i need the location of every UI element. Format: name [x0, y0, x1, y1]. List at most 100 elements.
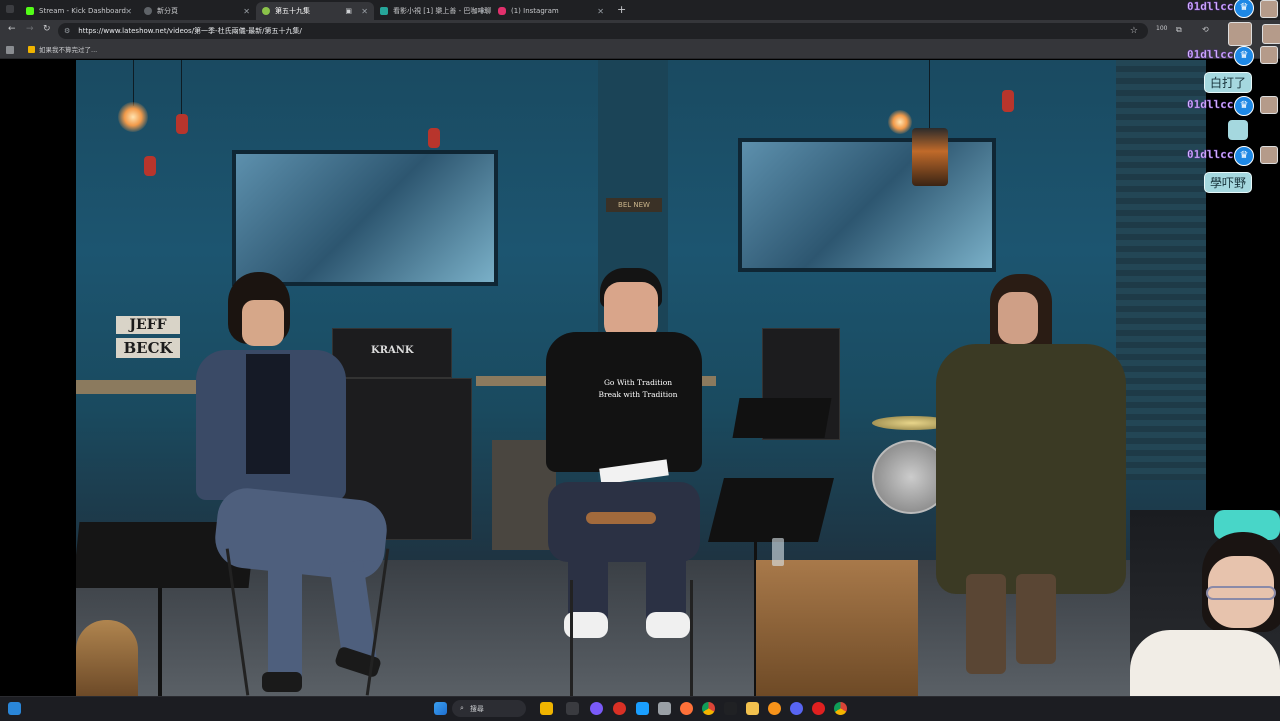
tab-kick-dashboard[interactable]: Stream - Kick Dashboard ✕ [20, 2, 138, 20]
band-painting-right [738, 138, 996, 272]
url-text: https://www.lateshow.net/videos/第一季-杜氏兩儀… [78, 27, 302, 35]
crown-badge-icon: ♛ [1234, 96, 1254, 116]
apps-grid-icon[interactable] [6, 46, 14, 54]
tab-title: (1) Instagram [511, 7, 559, 15]
chat-username: 01dllcc [1187, 0, 1234, 13]
globe-icon [144, 7, 152, 15]
discord-icon[interactable] [790, 702, 803, 715]
avatar [1262, 24, 1280, 44]
app-icon[interactable] [768, 702, 781, 715]
emote-icon [1228, 120, 1248, 140]
hanging-bulb-icon [888, 110, 912, 134]
tab-new-tab[interactable]: 新分頁 ✕ [138, 2, 256, 20]
stool-leg [690, 580, 693, 696]
tab-title: 第五十九集 [275, 7, 310, 15]
cajon-box [756, 560, 918, 696]
tab-title: Stream - Kick Dashboard [39, 7, 126, 15]
folder-icon [28, 45, 35, 53]
band-painting-left [232, 150, 498, 286]
bookmark-item[interactable]: 如果我不算完过了... [28, 44, 97, 54]
close-tab-icon[interactable]: ✕ [243, 7, 250, 16]
media-playing-icon[interactable]: ▣ [345, 7, 352, 15]
avatar [1260, 46, 1278, 64]
tab-episode-59[interactable]: 第五十九集 ▣ ✕ [256, 2, 374, 20]
widgets-icon[interactable] [8, 702, 21, 715]
music-stand [708, 478, 834, 542]
firefox-icon[interactable] [680, 702, 693, 715]
light-wire [181, 60, 182, 115]
video-player[interactable]: BEL NEW JEFF BECK KRANK Go With Traditio… [76, 60, 1206, 696]
chrome-icon[interactable] [702, 702, 715, 715]
windows-taskbar: ⌕ 搜尋 [0, 696, 1280, 721]
hanging-bulb-icon [428, 128, 440, 148]
extensions-puzzle-icon[interactable]: ⧉ [1176, 25, 1182, 35]
guest-left [186, 272, 390, 692]
stool-leg [570, 580, 573, 696]
reload-icon[interactable]: ↻ [43, 24, 51, 34]
hanging-bulb-icon [144, 156, 156, 176]
browser-toolbar: ← → ↻ ⚙ https://www.lateshow.net/videos/… [0, 20, 1280, 42]
avatar [1260, 146, 1278, 164]
instagram-icon [498, 7, 506, 15]
app-icon[interactable] [812, 702, 825, 715]
chat-message: 學吓野 [1204, 172, 1253, 193]
glasses [1206, 586, 1276, 600]
lantern-icon [912, 128, 948, 186]
webcam-overlay [1130, 510, 1280, 696]
lateshow-favicon-icon [262, 7, 270, 15]
forward-arrow-icon[interactable]: → [26, 24, 34, 34]
downloads-icon[interactable]: ⟲ [1202, 25, 1209, 34]
avatar [1260, 96, 1278, 114]
chat-username: 01dllcc [1187, 98, 1234, 111]
tab-video-site[interactable]: 看影小視 [1] 樂上善 - 巴咖啡聊 ✕ [374, 2, 492, 20]
shirt-text-line2: Break with Tradition [598, 390, 678, 399]
sign-bottom: BECK [116, 338, 180, 358]
app-icon[interactable] [540, 702, 553, 715]
search-icon: ⌕ [460, 704, 464, 712]
close-tab-icon[interactable]: ✕ [361, 7, 368, 16]
site-info-icon[interactable]: ⚙ [64, 27, 70, 35]
search-label: 搜尋 [469, 704, 484, 713]
kick-favicon-icon [26, 7, 34, 15]
avatar [1228, 22, 1252, 46]
light-wire [929, 60, 930, 130]
close-tab-icon[interactable]: ✕ [597, 7, 604, 16]
crown-badge-icon: ♛ [1234, 46, 1254, 66]
bookmark-star-icon[interactable]: ☆ [1130, 26, 1138, 36]
close-tab-icon[interactable]: ✕ [125, 7, 132, 16]
tab-title: 新分頁 [157, 7, 178, 15]
taskbar-search[interactable]: ⌕ 搜尋 [452, 700, 526, 717]
chat-message: 白打了 [1204, 72, 1253, 93]
task-view-icon[interactable] [566, 702, 579, 715]
app-icon[interactable] [724, 702, 737, 715]
music-stand-pole [158, 588, 162, 696]
back-arrow-icon[interactable]: ← [8, 24, 16, 34]
app-icon[interactable] [658, 702, 671, 715]
chrome-icon[interactable] [834, 702, 847, 715]
chat-username: 01dllcc [1187, 48, 1234, 61]
app-icon[interactable] [613, 702, 626, 715]
steam-icon[interactable] [636, 702, 649, 715]
guest-right [916, 274, 1136, 674]
windows-start-icon[interactable] [434, 702, 447, 715]
new-tab-button[interactable]: + [617, 3, 626, 16]
tab-instagram[interactable]: (1) Instagram ✕ [492, 2, 610, 20]
sign-top: JEFF [116, 316, 180, 334]
close-tab-icon[interactable]: ✕ [479, 7, 486, 16]
music-stand [732, 398, 832, 438]
stool-seat [586, 512, 656, 524]
app-icon[interactable] [590, 702, 603, 715]
tab-search-icon[interactable] [6, 5, 14, 13]
site-favicon-icon [380, 7, 388, 15]
crown-badge-icon: ♛ [1234, 146, 1254, 166]
bookmark-label: 如果我不算完过了... [39, 46, 98, 54]
extension-badge[interactable]: 100 [1156, 25, 1167, 32]
tab-title: 看影小視 [1] 樂上善 - 巴咖啡聊 [393, 7, 492, 15]
host-center: Go With Tradition Break with Tradition [542, 268, 712, 638]
wall-sign: BEL NEW [606, 198, 662, 212]
bookmarks-bar: 如果我不算完过了... [0, 42, 1280, 59]
hanging-bulb-icon [176, 114, 188, 134]
avatar [1260, 0, 1278, 18]
file-explorer-icon[interactable] [746, 702, 759, 715]
address-bar[interactable]: ⚙ https://www.lateshow.net/videos/第一季-杜氏… [58, 23, 1148, 39]
